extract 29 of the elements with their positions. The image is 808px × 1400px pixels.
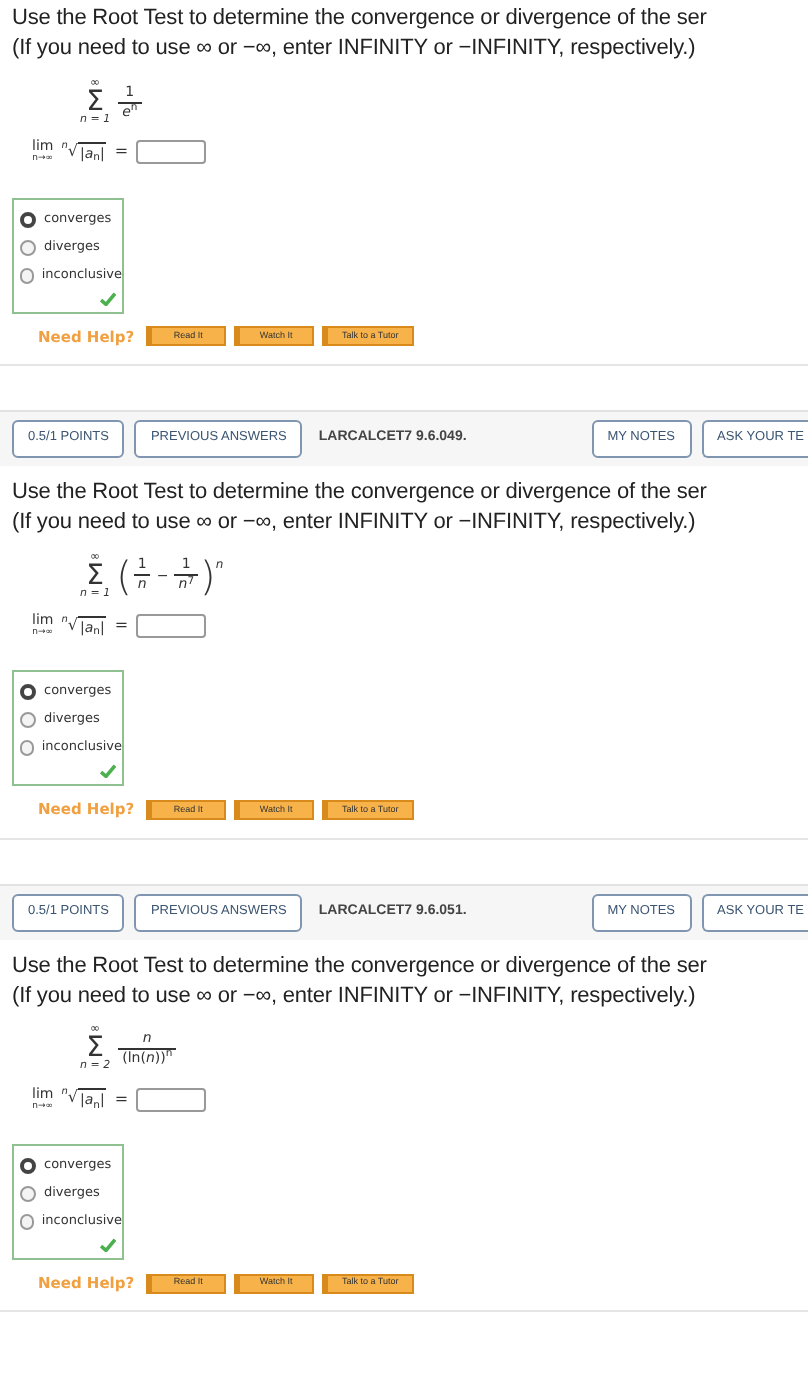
radio-button[interactable] bbox=[20, 1158, 36, 1174]
prompt-text: Use the Root Test to determine the convergence or divergence of the ser bbox=[12, 477, 709, 508]
radical-sign: √ bbox=[67, 1088, 78, 1109]
answer-field[interactable] bbox=[136, 614, 207, 638]
answer-field[interactable] bbox=[136, 1087, 207, 1112]
prompt-text: (If you need to use ∞ or −∞, enter INFINITY or −INFINITY, respectively.) bbox=[12, 34, 698, 64]
radio-button[interactable] bbox=[20, 1186, 36, 1202]
radio-button[interactable] bbox=[20, 267, 34, 283]
sigma-symbol: Σ bbox=[86, 89, 104, 116]
parenthesis: ( bbox=[116, 555, 132, 596]
radio-button[interactable] bbox=[20, 211, 36, 227]
radical-sign: √ bbox=[67, 615, 78, 635]
sigma-symbol: Σ bbox=[86, 1036, 104, 1063]
answer-field[interactable] bbox=[136, 140, 207, 165]
radio-button[interactable] bbox=[20, 684, 36, 701]
parenthesis: ) bbox=[200, 555, 216, 596]
radical-sign: √ bbox=[67, 141, 78, 162]
prompt-text: Use the Root Test to determine the convergence or divergence of the ser bbox=[12, 951, 709, 981]
equals-sign: = bbox=[114, 140, 129, 165]
radio-button[interactable] bbox=[20, 712, 36, 729]
prompt-text: Use the Root Test to determine the convergence or divergence of the ser bbox=[12, 4, 709, 34]
equals-sign: = bbox=[114, 614, 129, 638]
prompt-text: (If you need to use ∞ or −∞, enter INFINITY or −INFINITY, respectively.) bbox=[12, 507, 698, 538]
equals-sign: = bbox=[114, 1087, 129, 1112]
radio-button[interactable] bbox=[20, 239, 36, 255]
prompt-text: (If you need to use ∞ or −∞, enter INFINITY or −INFINITY, respectively.) bbox=[12, 981, 698, 1011]
sigma-symbol: Σ bbox=[86, 563, 104, 589]
radio-button[interactable] bbox=[20, 740, 34, 757]
radio-button[interactable] bbox=[20, 1214, 34, 1230]
